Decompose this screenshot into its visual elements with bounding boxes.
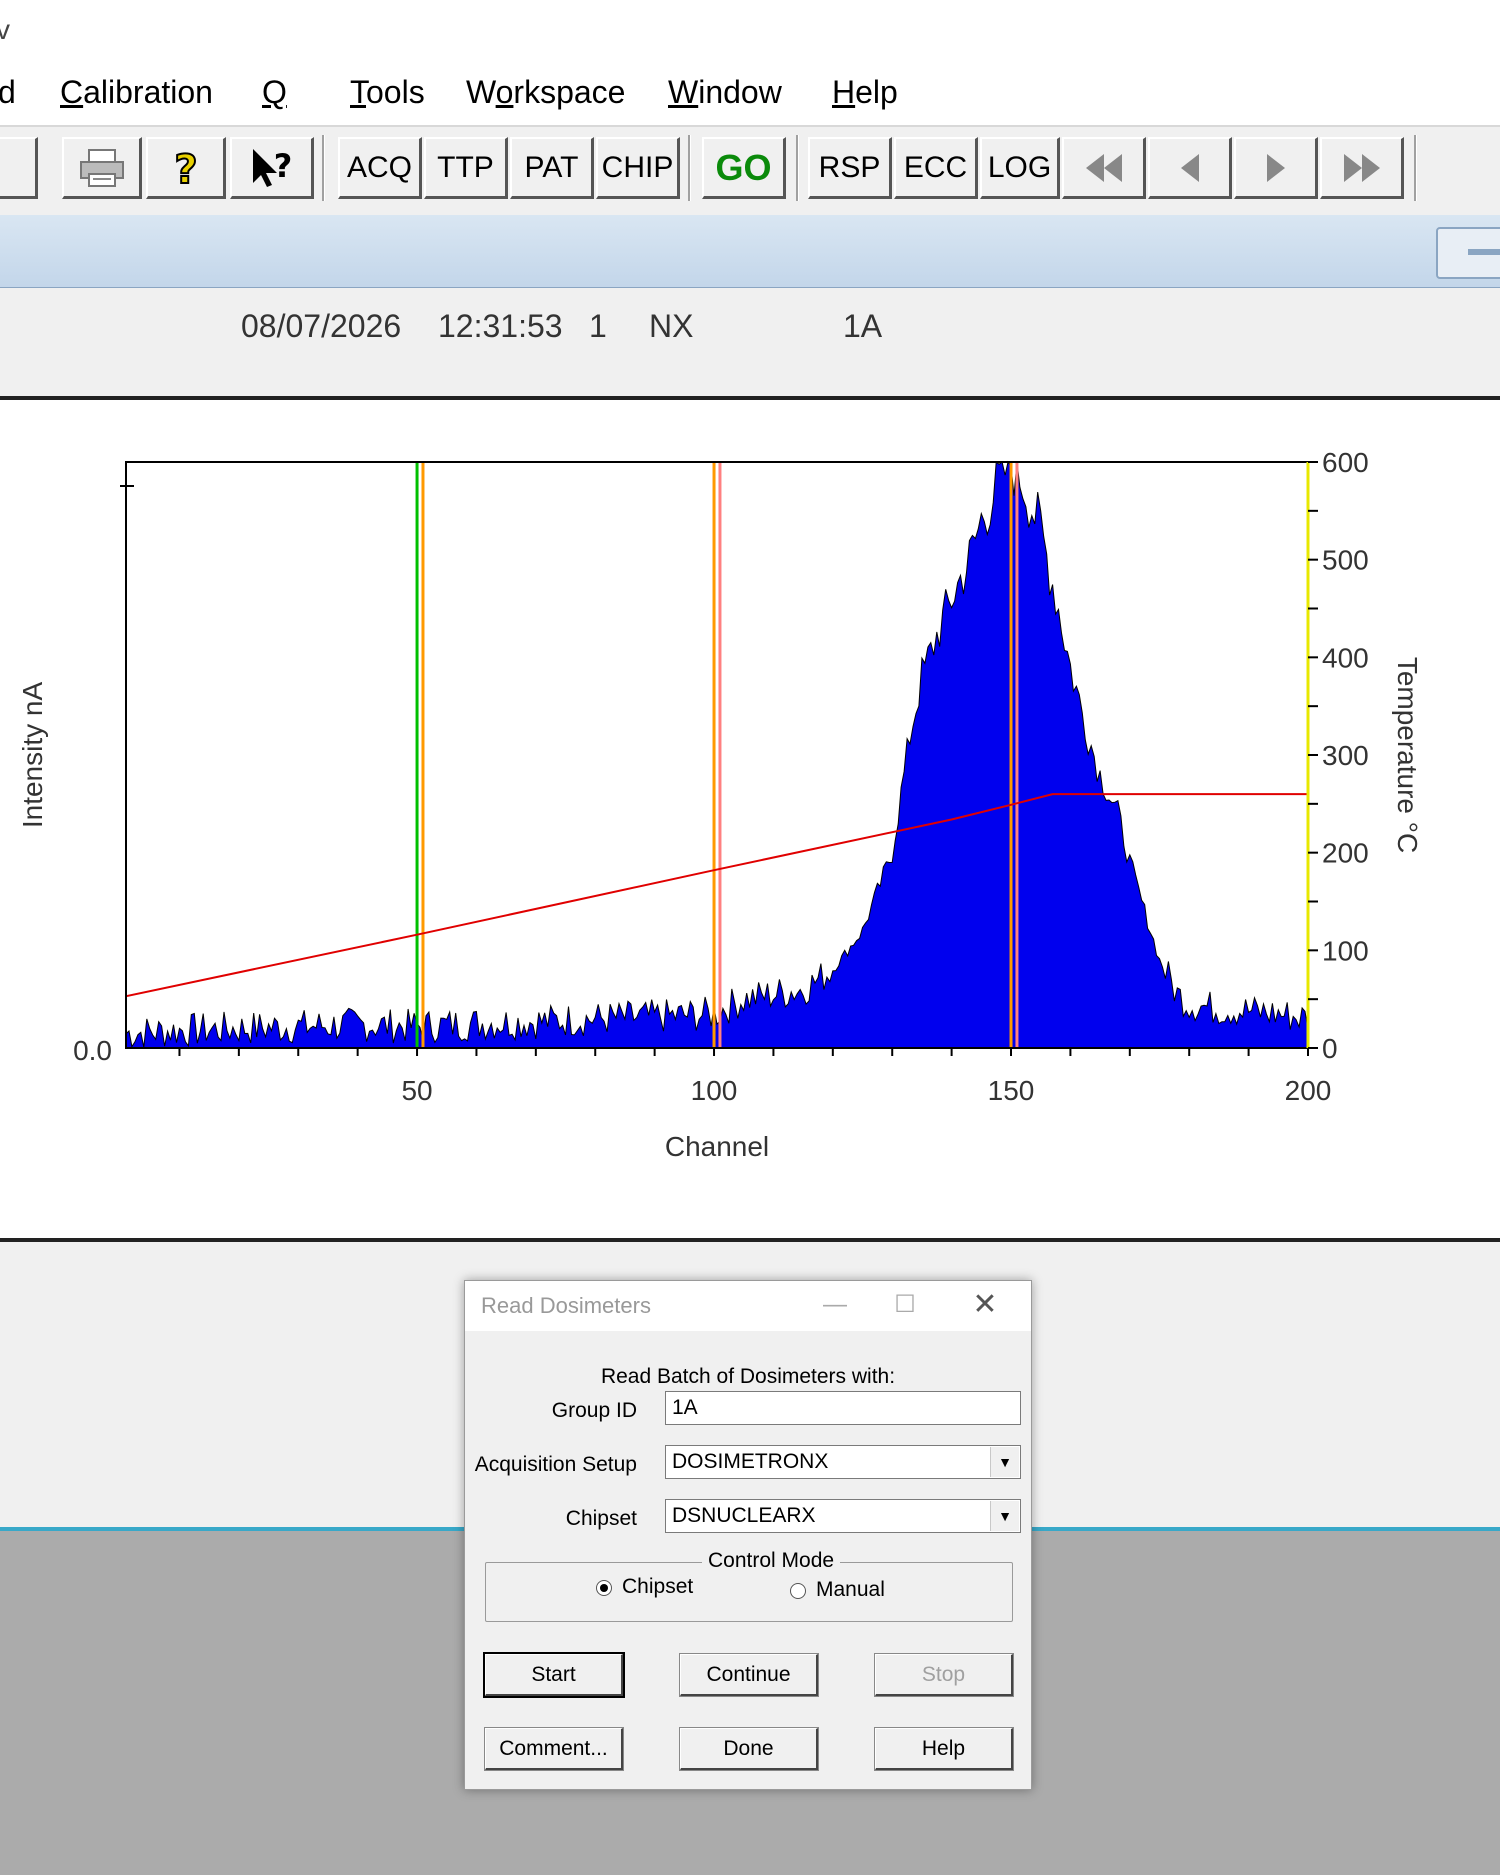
menu-item-help[interactable]: Help: [832, 74, 898, 111]
manual-mode-label[interactable]: Manual: [816, 1578, 885, 1602]
y2-tick-label: 100: [1322, 935, 1369, 966]
chipset-value: DSNUCLEARX: [672, 1504, 816, 1527]
y2-axis-label: Temperature °C: [1392, 657, 1423, 853]
last-record-button[interactable]: [1320, 137, 1404, 199]
previous-record-icon: [1180, 153, 1199, 182]
record-date: 08/07/2026: [241, 308, 402, 344]
x-tick-label: 200: [1285, 1075, 1332, 1106]
chip-button[interactable]: CHIP: [596, 137, 680, 199]
svg-text:?: ?: [174, 147, 197, 191]
pat-button[interactable]: PAT: [510, 137, 594, 199]
menu-item-file-fragment[interactable]: d: [0, 74, 16, 111]
chevron-down-icon[interactable]: ▼: [990, 1501, 1019, 1531]
x-axis-label: Channel: [665, 1131, 769, 1162]
first-record-icon: [1085, 153, 1122, 182]
y2-tick-label: 400: [1322, 642, 1369, 673]
document-header-band: [0, 215, 1500, 290]
control-mode-group: Control Mode Chipset Manual: [485, 1549, 1013, 1622]
rsp-button[interactable]: RSP: [808, 137, 892, 199]
chevron-down-icon[interactable]: ▼: [990, 1447, 1019, 1477]
acquisition-setup-value: DOSIMETRONX: [672, 1450, 829, 1473]
minimize-icon: —: [823, 1291, 847, 1318]
y2-tick-label: 300: [1322, 740, 1369, 771]
acquisition-setup-label: Acquisition Setup: [474, 1453, 637, 1476]
record-code: NX: [649, 308, 694, 344]
context-help-icon: ?: [252, 147, 292, 187]
go-button[interactable]: GO: [702, 137, 786, 199]
ttp-button[interactable]: TTP: [424, 137, 508, 199]
chipset-select[interactable]: DSNUCLEARX ▼: [665, 1499, 1021, 1533]
toolbar: ? ? ACQ TTP PAT CHIP GO RSP ECC LOG: [0, 125, 1500, 219]
y2-tick-label: 200: [1322, 838, 1369, 869]
group-id-label: Group ID: [551, 1399, 637, 1422]
dialog-maximize-button[interactable]: ☐: [885, 1289, 925, 1321]
menu-item-tools[interactable]: Tools: [350, 74, 425, 111]
glow-curve-chart: 50 100 150 200 0 100 200 300 400 500 600 0.0 Chan…: [17, 447, 1423, 1162]
start-button[interactable]: Start: [483, 1652, 625, 1698]
toolbar-cut-button[interactable]: [0, 137, 38, 199]
record-time: 12:31:53: [438, 308, 563, 344]
menu-item-qc[interactable]: Q: [262, 74, 287, 111]
first-record-button[interactable]: [1062, 137, 1146, 199]
previous-record-button[interactable]: [1148, 137, 1232, 199]
acq-button[interactable]: ACQ: [338, 137, 422, 199]
last-record-icon: [1343, 153, 1380, 182]
menu-item-window[interactable]: Window: [668, 74, 782, 111]
help-icon: ?: [173, 146, 198, 191]
continue-button[interactable]: Continue: [679, 1653, 819, 1697]
record-number: 1: [589, 308, 607, 344]
acquisition-setup-select[interactable]: DOSIMETRONX ▼: [665, 1445, 1021, 1479]
log-button[interactable]: LOG: [980, 137, 1060, 199]
close-icon: ✕: [972, 1288, 998, 1321]
dialog-title-bar[interactable]: Read Dosimeters — ☐ ✕: [465, 1281, 1031, 1331]
manual-mode-radio[interactable]: [790, 1583, 806, 1599]
chipset-mode-label[interactable]: Chipset: [622, 1575, 693, 1599]
record-info-row: 08/07/2026 12:31:53 1 NX 1A: [0, 288, 1500, 400]
ecc-button[interactable]: ECC: [894, 137, 978, 199]
window-title-fragment: v: [0, 14, 10, 45]
x-tick-label: 100: [691, 1075, 738, 1106]
x-tick-label: 50: [401, 1075, 432, 1106]
dialog-heading: Read Batch of Dosimeters with:: [600, 1365, 896, 1388]
next-record-button[interactable]: [1234, 137, 1318, 199]
y2-tick-label: 0: [1322, 1033, 1338, 1064]
y2-tick-label: 600: [1322, 447, 1369, 478]
glow-curve-chart-pane: 50 100 150 200 0 100 200 300 400 500 600 0.0 Chan…: [0, 400, 1500, 1242]
y-axis-label: Intensity nA: [17, 682, 48, 829]
menu-item-workspace[interactable]: Workspace: [466, 74, 625, 111]
svg-text:?: ?: [273, 147, 292, 185]
comment-button[interactable]: Comment...: [484, 1727, 624, 1771]
dialog-close-button[interactable]: ✕: [965, 1289, 1005, 1321]
print-button[interactable]: [62, 137, 142, 199]
glow-curve-area: [125, 460, 1309, 1049]
y2-tick-label: 500: [1322, 545, 1369, 576]
chipset-label: Chipset: [565, 1507, 637, 1530]
dialog-title: Read Dosimeters: [481, 1293, 651, 1318]
maximize-icon: ☐: [894, 1291, 916, 1318]
help-button[interactable]: ?: [146, 137, 226, 199]
window-title-bar: v: [0, 0, 1500, 60]
control-mode-label: Control Mode: [702, 1549, 841, 1573]
read-dosimeters-dialog: Read Dosimeters — ☐ ✕ Read Batch of Dosi…: [464, 1280, 1032, 1790]
record-group: 1A: [843, 308, 883, 344]
stop-button: Stop: [874, 1653, 1014, 1697]
dialog-minimize-button[interactable]: —: [815, 1289, 855, 1321]
chipset-mode-radio[interactable]: [596, 1580, 612, 1596]
next-record-icon: [1266, 153, 1285, 182]
menu-item-calibration[interactable]: Calibration: [60, 74, 213, 111]
group-id-input[interactable]: [665, 1391, 1021, 1425]
x-tick-label: 150: [988, 1075, 1035, 1106]
minimize-document-button[interactable]: [1436, 227, 1500, 279]
help-dialog-button[interactable]: Help: [874, 1727, 1014, 1771]
menu-bar: d Calibration Q Tools Workspace Window H…: [0, 60, 1500, 125]
y-tick-label: 0.0: [73, 1035, 112, 1066]
done-button[interactable]: Done: [679, 1727, 819, 1771]
context-help-button[interactable]: ?: [230, 137, 314, 199]
printer-icon: [79, 148, 124, 187]
